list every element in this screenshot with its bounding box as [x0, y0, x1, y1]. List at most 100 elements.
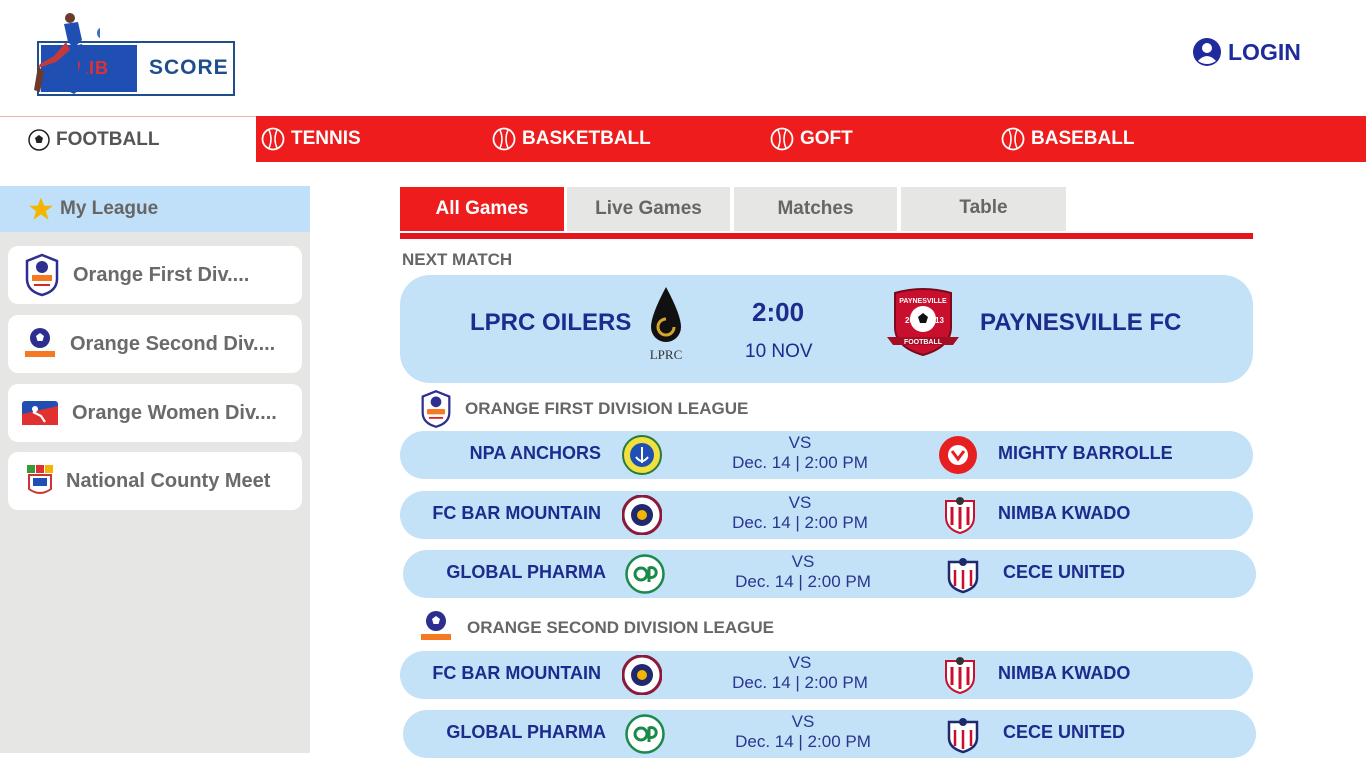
- tab-label: Matches: [777, 198, 854, 219]
- away-team-name: NIMBA KWADO: [998, 503, 1131, 523]
- vs-label: VS: [788, 433, 812, 452]
- league-title: ORANGE SECOND DIVISION LEAGUE: [467, 618, 774, 637]
- league-title: ORANGE FIRST DIVISION LEAGUE: [465, 399, 749, 418]
- sidebar-item-orange-second-division[interactable]: Orange Second Div....: [8, 315, 302, 373]
- paynesville-fc-logo-icon: PAYNESVILLE 20 13 FOOTBALL: [887, 288, 959, 357]
- user-circle-icon: [1193, 38, 1221, 66]
- nav-item-goft[interactable]: GOFT: [770, 116, 853, 162]
- nav-label-goft: GOFT: [800, 128, 853, 149]
- match-datetime: Dec. 14 | 2:00 PM: [732, 513, 868, 532]
- sports-nav: FOOTBALL TENNIS BASKETBALL GOFT BASEBALL: [0, 116, 1366, 162]
- fc-bar-mountain-crest-icon: [622, 655, 662, 695]
- fc-bar-mountain-crest-icon: [622, 495, 662, 535]
- nav-label-football: FOOTBALL: [56, 128, 160, 150]
- paynesville-logo-year-right: 13: [935, 316, 944, 325]
- next-match-time: 2:00: [752, 297, 805, 327]
- sidebar-item-national-county-meet[interactable]: National County Meet: [8, 452, 302, 510]
- global-pharma-crest-icon: [625, 554, 665, 594]
- global-pharma-crest-icon: [625, 714, 665, 754]
- match-row[interactable]: GLOBAL PHARMA VS Dec. 14 | 2:00 PM CECE …: [403, 550, 1256, 598]
- paynesville-logo-banner: FOOTBALL: [904, 339, 943, 346]
- vs-label: VS: [791, 712, 815, 731]
- match-datetime: Dec. 14 | 2:00 PM: [732, 673, 868, 692]
- ball-icon: [770, 127, 794, 151]
- tab-table[interactable]: Table: [901, 187, 1066, 231]
- next-match-card[interactable]: LPRC OILERS LPRC 2:00 10 NOV PAYNESVILLE…: [400, 275, 1253, 383]
- match-row[interactable]: FC BAR MOUNTAIN VS Dec. 14 | 2:00 PM NIM…: [400, 491, 1253, 539]
- my-league-title: My League: [60, 198, 159, 219]
- ball-icon: [492, 127, 516, 151]
- orange-second-division-icon: [25, 328, 55, 357]
- vs-label: VS: [791, 552, 815, 571]
- logo-text-right: SCORE: [149, 56, 229, 79]
- home-team-name: GLOBAL PHARMA: [446, 562, 606, 582]
- tab-all-games[interactable]: All Games: [400, 187, 564, 231]
- match-vs-block: VS Dec. 14 | 2:00 PM: [723, 712, 883, 752]
- tab-label: All Games: [435, 198, 529, 219]
- app-logo[interactable]: LIB SCORE: [30, 12, 236, 98]
- lprc-oilers-logo-icon: LPRC: [650, 287, 683, 362]
- tab-matches[interactable]: Matches: [734, 187, 897, 231]
- vs-label: VS: [788, 493, 812, 512]
- lprc-logo-text: LPRC: [650, 347, 683, 362]
- next-match-away-team: PAYNESVILLE FC: [980, 309, 1182, 336]
- nimba-kwado-crest-icon: [945, 657, 975, 695]
- nav-label-tennis: TENNIS: [291, 128, 361, 149]
- vs-label: VS: [788, 653, 812, 672]
- away-team-name: CECE UNITED: [1003, 722, 1126, 742]
- match-row[interactable]: NPA ANCHORS VS Dec. 14 | 2:00 PM MIGHTY …: [400, 431, 1253, 479]
- login-label: LOGIN: [1228, 38, 1301, 65]
- match-row[interactable]: GLOBAL PHARMA VS Dec. 14 | 2:00 PM CECE …: [403, 710, 1256, 758]
- npa-anchors-crest-icon: [622, 435, 662, 475]
- orange-women-division-icon: [22, 401, 58, 425]
- nav-item-tennis[interactable]: TENNIS: [261, 116, 361, 162]
- my-league-header: My League: [0, 186, 310, 232]
- cece-united-crest-icon: [947, 718, 979, 754]
- paynesville-logo-year-left: 20: [905, 316, 914, 325]
- soccer-player-icon: [34, 13, 100, 94]
- star-icon: [29, 197, 53, 220]
- ball-icon: [1001, 127, 1025, 151]
- match-datetime: Dec. 14 | 2:00 PM: [735, 732, 871, 751]
- ball-icon: [261, 127, 285, 151]
- sidebar-item-label: National County Meet: [66, 469, 271, 492]
- nimba-kwado-crest-icon: [945, 497, 975, 535]
- orange-first-division-icon: [421, 390, 451, 428]
- home-team-name: GLOBAL PHARMA: [446, 722, 606, 742]
- away-team-name: CECE UNITED: [1003, 562, 1126, 582]
- header: LIB SCORE LOGIN: [0, 0, 1366, 117]
- games-panel: All Games Live Games Matches Table NEXT …: [398, 186, 1258, 768]
- sidebar-item-orange-women-division[interactable]: Orange Women Div....: [8, 384, 302, 442]
- match-vs-block: VS Dec. 14 | 2:00 PM: [720, 493, 880, 533]
- away-team-name: MIGHTY BARROLLE: [998, 443, 1173, 463]
- sidebar-item-label: Orange Women Div....: [72, 401, 277, 424]
- tab-live-games[interactable]: Live Games: [567, 187, 730, 231]
- sidebar-item-label: Orange Second Div....: [70, 332, 276, 355]
- home-team-name: NPA ANCHORS: [469, 443, 601, 463]
- nav-item-baseball[interactable]: BASEBALL: [1001, 116, 1134, 162]
- match-vs-block: VS Dec. 14 | 2:00 PM: [720, 433, 880, 473]
- home-team-name: FC BAR MOUNTAIN: [432, 503, 601, 523]
- county-meet-icon: [27, 465, 53, 494]
- login-button[interactable]: LOGIN: [1192, 37, 1301, 67]
- away-team-name: NIMBA KWADO: [998, 663, 1131, 683]
- next-match-label: NEXT MATCH: [402, 250, 513, 269]
- sidebar-item-label: Orange First Div....: [73, 263, 250, 286]
- nav-label-basketball: BASKETBALL: [522, 128, 651, 149]
- nav-label-baseball: BASEBALL: [1031, 128, 1135, 149]
- mighty-barrolle-crest-icon: [939, 436, 977, 474]
- match-datetime: Dec. 14 | 2:00 PM: [735, 572, 871, 591]
- soccer-ball-icon: [28, 128, 50, 151]
- next-match-date: 10 NOV: [745, 341, 813, 362]
- tab-label: Table: [959, 197, 1008, 218]
- match-row[interactable]: FC BAR MOUNTAIN VS Dec. 14 | 2:00 PM NIM…: [400, 651, 1253, 699]
- match-datetime: Dec. 14 | 2:00 PM: [732, 453, 868, 472]
- tab-label: Live Games: [595, 198, 702, 219]
- nav-item-basketball[interactable]: BASKETBALL: [492, 116, 651, 162]
- match-vs-block: VS Dec. 14 | 2:00 PM: [720, 653, 880, 693]
- nav-item-football[interactable]: FOOTBALL: [0, 116, 256, 162]
- tab-underline: [400, 233, 1253, 239]
- paynesville-logo-text: PAYNESVILLE: [899, 298, 947, 305]
- orange-second-division-icon: [421, 611, 451, 640]
- sidebar-item-orange-first-division[interactable]: Orange First Div....: [8, 246, 302, 304]
